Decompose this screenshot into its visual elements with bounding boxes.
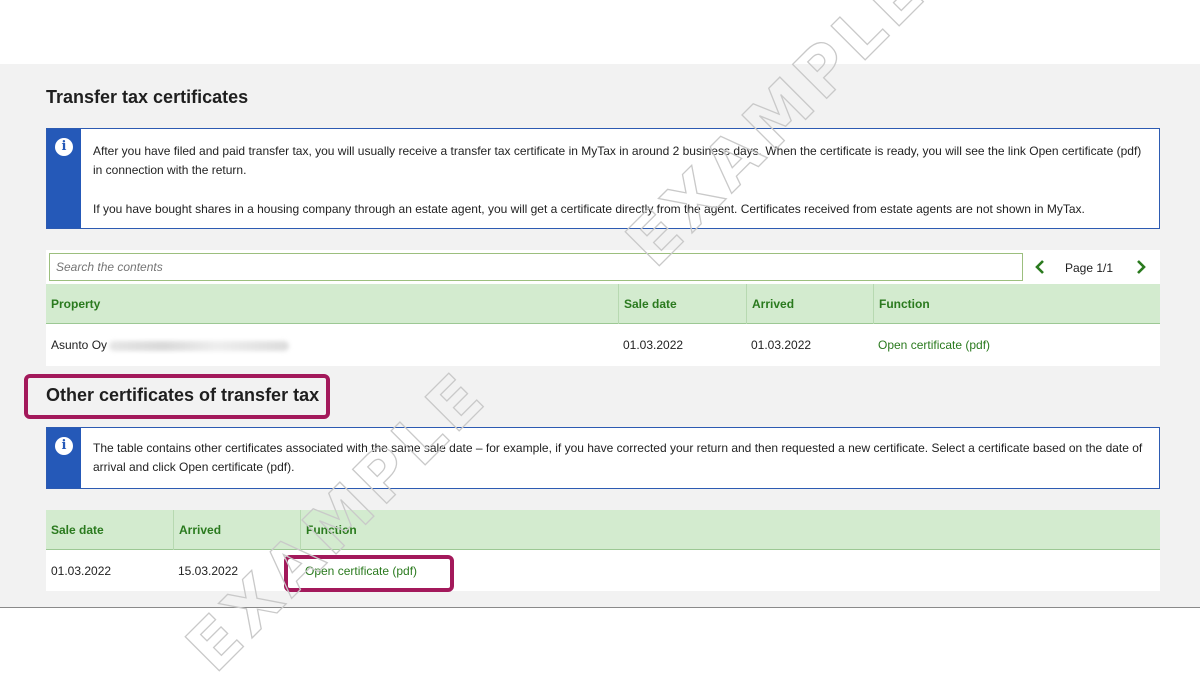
table-row: 01.03.2022 15.03.2022 Open certificate (… [46,551,1160,591]
search-input[interactable] [49,253,1023,281]
table-header: Property Sale date Arrived Function [46,284,1160,324]
highlight-frame [24,374,330,419]
chevron-right-icon[interactable] [1133,259,1149,275]
page-title: Transfer tax certificates [46,87,249,107]
other-certificates-table: Sale date Arrived Function 01.03.2022 15… [46,510,1160,591]
column-header-function: Function [873,284,1160,324]
column-header-sale-date[interactable]: Sale date [618,284,746,324]
info-box: i After you have filed and paid transfer… [46,128,1160,229]
page-indicator: Page 1/1 [1065,261,1114,275]
sale-date-cell: 01.03.2022 [623,338,684,352]
table-toolbar: Page 1/1 [46,250,1160,284]
open-certificate-link[interactable]: Open certificate (pdf) [873,325,1160,365]
info-icon: i [55,138,73,156]
column-header-sale-date[interactable]: Sale date [46,510,173,550]
property-cell: Asunto Oy [46,325,618,365]
chevron-left-icon[interactable] [1032,259,1048,275]
pager: Page 1/1 [1030,250,1160,284]
redacted-text [109,340,290,351]
info-text: The table contains other certificates as… [93,441,1143,474]
column-header-function: Function [300,510,1160,550]
info-text: After you have filed and paid transfer t… [93,144,1142,177]
arrived-cell: 15.03.2022 [178,564,239,578]
info-icon: i [55,437,73,455]
column-header-property[interactable]: Property [46,284,618,324]
certificates-table: Property Sale date Arrived Function Asun… [46,284,1160,366]
info-box: i The table contains other certificates … [46,427,1160,489]
sale-date-cell: 01.03.2022 [51,564,112,578]
column-header-arrived[interactable]: Arrived [746,284,873,324]
arrived-cell: 01.03.2022 [751,338,812,352]
table-row: Asunto Oy 01.03.2022 01.03.2022 Open cer… [46,325,1160,365]
info-text-agent: If you have bought shares in a housing c… [93,202,1085,216]
highlight-frame [284,555,454,592]
table-header: Sale date Arrived Function [46,510,1160,550]
column-header-arrived[interactable]: Arrived [173,510,300,550]
